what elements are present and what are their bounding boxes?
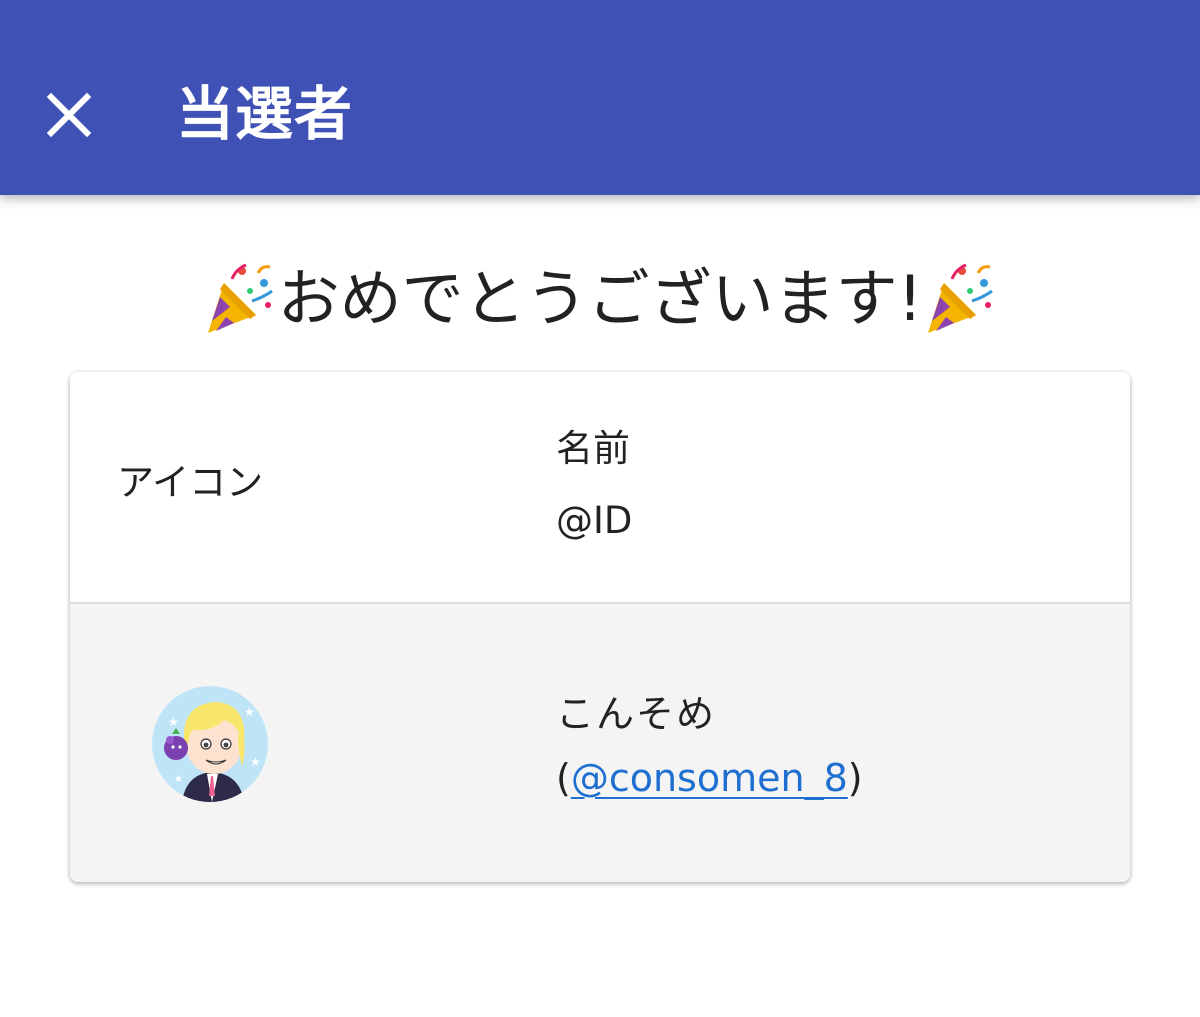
column-header-id: @ID	[556, 499, 633, 542]
svg-text:★: ★	[244, 705, 255, 719]
avatar-image: ★ ★ ★ ★	[152, 686, 268, 802]
headline-text: おめでとうございます!	[277, 262, 923, 335]
column-header-name: 名前	[556, 427, 630, 470]
party-popper-icon	[928, 263, 994, 333]
user-id-link[interactable]: @consomen_8	[571, 756, 848, 800]
congratulations-headline: おめでとうございます!	[0, 256, 1200, 342]
svg-text:★: ★	[250, 755, 261, 769]
party-popper-icon	[207, 263, 273, 333]
user-name: こんそめ	[556, 692, 717, 736]
user-id-line: (@consomen_8)	[556, 752, 863, 804]
close-icon	[46, 92, 92, 138]
id-open-paren: (	[556, 756, 571, 800]
column-header-icon: アイコン	[117, 461, 264, 504]
id-close-paren: )	[847, 756, 863, 800]
user-avatar[interactable]: ★ ★ ★ ★	[152, 686, 268, 802]
close-button[interactable]	[34, 80, 104, 150]
svg-text:★: ★	[174, 774, 183, 785]
page-title: 当選者	[176, 80, 354, 148]
app-bar: 当選者	[0, 0, 1200, 195]
table-row: ★ ★ ★ ★ こんそめ (@consomen_8)	[70, 604, 1130, 882]
table-header-row: アイコン 名前 @ID	[70, 372, 1130, 604]
winners-table: アイコン 名前 @ID ★ ★ ★ ★ こんそめ (@consomen_8)	[70, 372, 1130, 882]
svg-text:★: ★	[168, 715, 179, 729]
